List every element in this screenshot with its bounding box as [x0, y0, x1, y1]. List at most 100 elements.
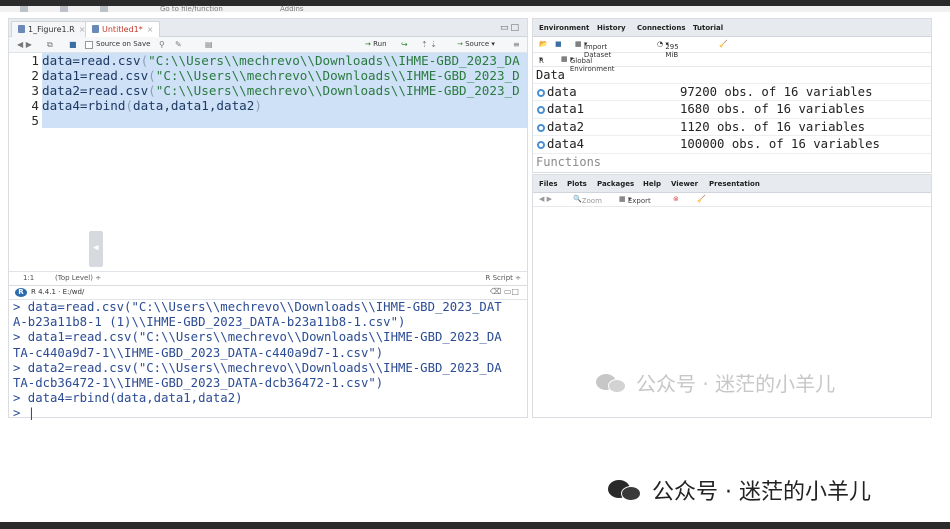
scope-selector[interactable]: (Top Level) ÷: [55, 274, 101, 282]
wechat-icon: [596, 373, 630, 395]
code-paren: (: [148, 68, 156, 83]
section-functions-header: Functions: [536, 154, 602, 169]
show-in-window-icon[interactable]: ⧉: [47, 40, 53, 50]
new-file-icon[interactable]: [20, 6, 28, 12]
line-number: 4: [31, 98, 39, 113]
addins-menu[interactable]: Addins: [280, 5, 304, 13]
language-label: R: [539, 57, 544, 65]
var-value: 100000 obs. of 16 variables: [680, 137, 880, 152]
plots-toolbar: ◀ ▶ 🔍 Zoom ▦ Export ▾ ⊗ 🧹: [533, 193, 931, 207]
remove-plot-icon[interactable]: ⊗: [673, 195, 679, 203]
env-row[interactable]: data1 1680 obs. of 16 variables: [533, 101, 931, 119]
save-icon[interactable]: [100, 6, 108, 12]
line-number: 2: [31, 68, 39, 83]
broom-icon[interactable]: 🧹: [697, 195, 706, 203]
tab-connections[interactable]: Connections: [637, 24, 686, 32]
source-on-save-checkbox[interactable]: [85, 41, 93, 49]
tab-packages[interactable]: Packages: [597, 180, 634, 188]
expand-icon[interactable]: [537, 123, 545, 132]
console-line: > data=read.csv("C:\\Users\\mechrevo\\Do…: [13, 300, 502, 314]
code-line: 5: [9, 113, 527, 128]
code-string: "C:\\Users\\mechrevo\\Downloads\\IHME-GB…: [155, 83, 520, 98]
code-args: data,data1,data2: [133, 98, 255, 113]
r-file-icon: [18, 25, 25, 33]
save-workspace-icon[interactable]: ■: [555, 40, 562, 48]
broom-icon[interactable]: 🧹: [719, 40, 728, 48]
console-pane: R R 4.4.1 · E:/wd/ ⌫ ▭□ > data=read.csv(…: [8, 286, 528, 420]
editor-tabs: 1_Figure1.R × Untitled1* × ▭□: [9, 19, 527, 37]
close-icon[interactable]: ×: [147, 25, 154, 34]
tab-files[interactable]: Files: [539, 180, 558, 188]
caption-text: 公众号 · 迷茫的小羊儿: [652, 480, 871, 505]
outline-icon[interactable]: ≡: [513, 40, 520, 49]
console-output[interactable]: > data=read.csv("C:\\Users\\mechrevo\\Do…: [9, 300, 527, 422]
env-scope-bar: R ▾ ▦ Global Environment ▾: [533, 53, 931, 73]
load-workspace-icon[interactable]: 📂: [539, 40, 548, 48]
chevron-left-icon: ◀: [93, 243, 99, 253]
code-paren: ): [254, 98, 262, 113]
plots-tabs: Files Plots Packages Help Viewer Present…: [533, 175, 931, 193]
code-call: data=read.csv: [42, 53, 141, 68]
cursor-position: 1:1: [23, 274, 35, 282]
run-button[interactable]: → Run: [365, 40, 387, 48]
tab-untitled1[interactable]: Untitled1* ×: [85, 21, 161, 37]
file-type-selector[interactable]: R Script ÷: [486, 274, 521, 282]
export-button[interactable]: ▦ Export ▾: [619, 195, 651, 205]
env-row[interactable]: data2 1120 obs. of 16 variables: [533, 119, 931, 137]
zoom-button[interactable]: 🔍 Zoom: [573, 195, 602, 205]
line-number: 1: [31, 53, 39, 68]
memory-usage[interactable]: ◔ 295 MiB ▾: [657, 40, 679, 59]
tab-label: Untitled1*: [102, 25, 143, 34]
console-line: > data2=read.csv("C:\\Users\\mechrevo\\D…: [13, 360, 502, 375]
source-button[interactable]: → Source ▾: [457, 40, 495, 48]
r-file-icon: [92, 25, 99, 33]
code-text: data1=read.csv("C:\\Users\\mechrevo\\Dow…: [42, 68, 527, 83]
expand-icon[interactable]: [537, 141, 545, 150]
console-line: A-b23a11b8-1 (1)\\IHME-GBD_2023_DATA-b23…: [13, 315, 406, 330]
tab-environment[interactable]: Environment: [539, 24, 589, 32]
code-call: data2=read.csv: [42, 83, 149, 98]
code-line: 2 data1=read.csv("C:\\Users\\mechrevo\\D…: [9, 68, 527, 83]
plot-nav-icon[interactable]: ◀ ▶: [539, 195, 552, 203]
console-prompt[interactable]: > |: [13, 406, 527, 421]
var-value: 97200 obs. of 16 variables: [680, 85, 873, 99]
rerun-icon[interactable]: ↪: [401, 40, 408, 49]
tab-label: 1_Figure1.R: [28, 25, 75, 34]
language-selector[interactable]: R ▾: [539, 55, 544, 65]
source-label: Source: [465, 40, 490, 48]
search-icon[interactable]: ⚲: [159, 40, 165, 49]
tab-help[interactable]: Help: [643, 180, 661, 188]
code-text: data=read.csv("C:\\Users\\mechrevo\\Down…: [42, 53, 527, 68]
console-header: R R 4.4.1 · E:/wd/ ⌫ ▭□: [9, 286, 527, 300]
save-icon[interactable]: ■: [69, 40, 77, 49]
back-arrow-icon[interactable]: ◀ ▶: [17, 40, 32, 49]
code-area[interactable]: 1 data=read.csv("C:\\Users\\mechrevo\\Do…: [9, 53, 527, 301]
tab-plots[interactable]: Plots: [567, 180, 587, 188]
expand-icon[interactable]: [537, 89, 545, 97]
source-on-save-label: Source on Save: [96, 40, 151, 48]
collapse-handle[interactable]: ◀: [89, 231, 103, 267]
watermark-text: 公众号 · 迷茫的小羊儿: [636, 372, 836, 396]
scope-label: Global Environment: [569, 57, 615, 73]
tab-presentation[interactable]: Presentation: [709, 180, 760, 188]
console-line: TA-dcb36472-1\\IHME-GBD_2023_DATA-dcb364…: [13, 376, 384, 391]
console-line: > data1=read.csv("C:\\Users\\mechrevo\\D…: [13, 330, 502, 345]
tab-history[interactable]: History: [597, 24, 626, 32]
tab-figure1[interactable]: 1_Figure1.R ×: [11, 21, 93, 37]
open-file-icon[interactable]: [60, 6, 68, 12]
code-tools-icon[interactable]: ✎: [175, 40, 182, 49]
scope-selector[interactable]: ▦ Global Environment ▾: [561, 55, 615, 73]
go-to-file-input[interactable]: Go to file/function: [160, 5, 223, 13]
pane-window-controls[interactable]: ⌫ ▭□: [490, 287, 519, 296]
code-line: 4 data4=rbind(data,data1,data2): [9, 98, 527, 113]
tab-viewer[interactable]: Viewer: [671, 180, 698, 188]
console-line: > data4=rbind(data,data1,data2): [13, 391, 243, 406]
pane-window-controls[interactable]: ▭□: [500, 23, 521, 33]
expand-icon[interactable]: [537, 106, 545, 115]
up-icon[interactable]: ⇡ ⇣: [421, 40, 437, 49]
env-row[interactable]: data 97200 obs. of 16 variables: [533, 84, 931, 102]
import-dataset-button[interactable]: ▦ Import Dataset ▾: [575, 40, 611, 59]
env-row[interactable]: data4 100000 obs. of 16 variables: [533, 136, 931, 154]
compile-report-icon[interactable]: ▤: [205, 40, 213, 49]
tab-tutorial[interactable]: Tutorial: [693, 24, 723, 32]
